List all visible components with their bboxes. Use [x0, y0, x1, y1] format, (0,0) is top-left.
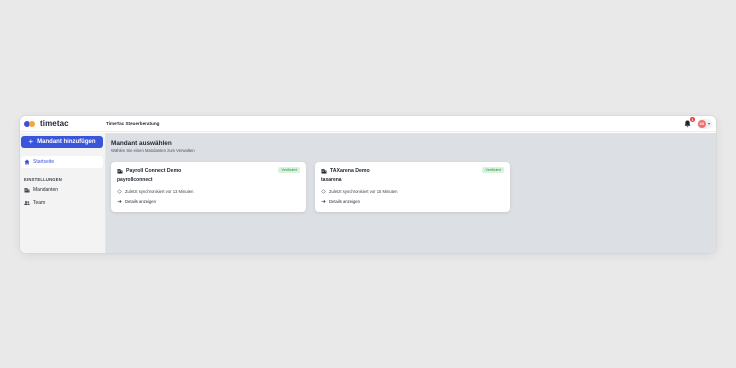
client-slug: payrollconnect	[117, 177, 153, 183]
building-icon	[117, 169, 123, 174]
settings-section-label: EINSTELLUNGEN	[24, 177, 62, 182]
sidebar-item-clients[interactable]: Mandanten	[21, 185, 101, 195]
building-icon	[321, 169, 327, 174]
client-card-list: Payroll Connect Demo payrollconnect Veri…	[111, 162, 711, 212]
app-window: timetac TimeTac Steuerberatung 3 SG ▾ + …	[20, 116, 716, 253]
logo[interactable]: timetac	[20, 119, 106, 128]
sync-status: Zuletzt synchronisiert vor 15 Minuten	[321, 189, 504, 194]
user-menu[interactable]: SG ▾	[696, 118, 712, 129]
plus-icon: +	[28, 136, 34, 146]
top-bar: timetac TimeTac Steuerberatung 3 SG ▾	[20, 116, 716, 132]
sidebar-item-team[interactable]: Team	[21, 198, 101, 208]
status-badge: Verifiziert	[278, 167, 300, 173]
add-client-label: Mandant hinzufügen	[37, 139, 96, 145]
building-icon	[24, 188, 30, 193]
client-name: Payroll Connect Demo	[126, 168, 182, 174]
page-title: Mandant auswählen	[111, 140, 172, 147]
sync-icon	[321, 189, 326, 194]
sidebar-item-label: Mandanten	[33, 187, 59, 193]
client-card[interactable]: Payroll Connect Demo payrollconnect Veri…	[111, 162, 306, 212]
page-subtitle: Wählen Sie einen Mandanten zum Verwalten	[111, 148, 195, 153]
avatar: SG	[697, 119, 706, 128]
sidebar-item-label: Startseite	[33, 159, 55, 165]
sidebar-item-home[interactable]: Startseite	[21, 156, 103, 168]
arrow-right-icon	[117, 199, 122, 204]
client-name: TAXarena Demo	[330, 168, 370, 174]
sync-status: Zuletzt synchronisiert vor 13 Minuten	[117, 189, 300, 194]
sidebar-item-label: Team	[33, 200, 46, 206]
details-label: Details anzeigen	[125, 199, 156, 204]
details-link[interactable]: Details anzeigen	[321, 199, 504, 204]
app-title: TimeTac Steuerberatung	[106, 121, 160, 126]
sync-text: Zuletzt synchronisiert vor 13 Minuten	[125, 189, 194, 194]
add-client-button[interactable]: + Mandant hinzufügen	[21, 136, 103, 148]
details-label: Details anzeigen	[329, 199, 360, 204]
client-slug: taxarena	[321, 177, 342, 183]
client-card[interactable]: TAXarena Demo taxarena Verifiziert Zulet…	[315, 162, 510, 212]
people-icon	[24, 201, 30, 205]
logo-text: timetac	[40, 119, 69, 128]
arrow-right-icon	[321, 199, 326, 204]
chevron-down-icon: ▾	[707, 120, 710, 126]
home-icon	[24, 159, 30, 165]
sync-icon	[117, 189, 122, 194]
sidebar: + Mandant hinzufügen Startseite EINSTELL…	[20, 133, 106, 253]
notifications-button[interactable]: 3	[684, 117, 695, 128]
notification-badge: 3	[689, 117, 695, 122]
logo-icon	[24, 120, 38, 128]
main-content: Mandant auswählen Wählen Sie einen Manda…	[106, 133, 716, 253]
details-link[interactable]: Details anzeigen	[117, 199, 300, 204]
status-badge: Verifiziert	[482, 167, 504, 173]
sync-text: Zuletzt synchronisiert vor 15 Minuten	[329, 189, 398, 194]
